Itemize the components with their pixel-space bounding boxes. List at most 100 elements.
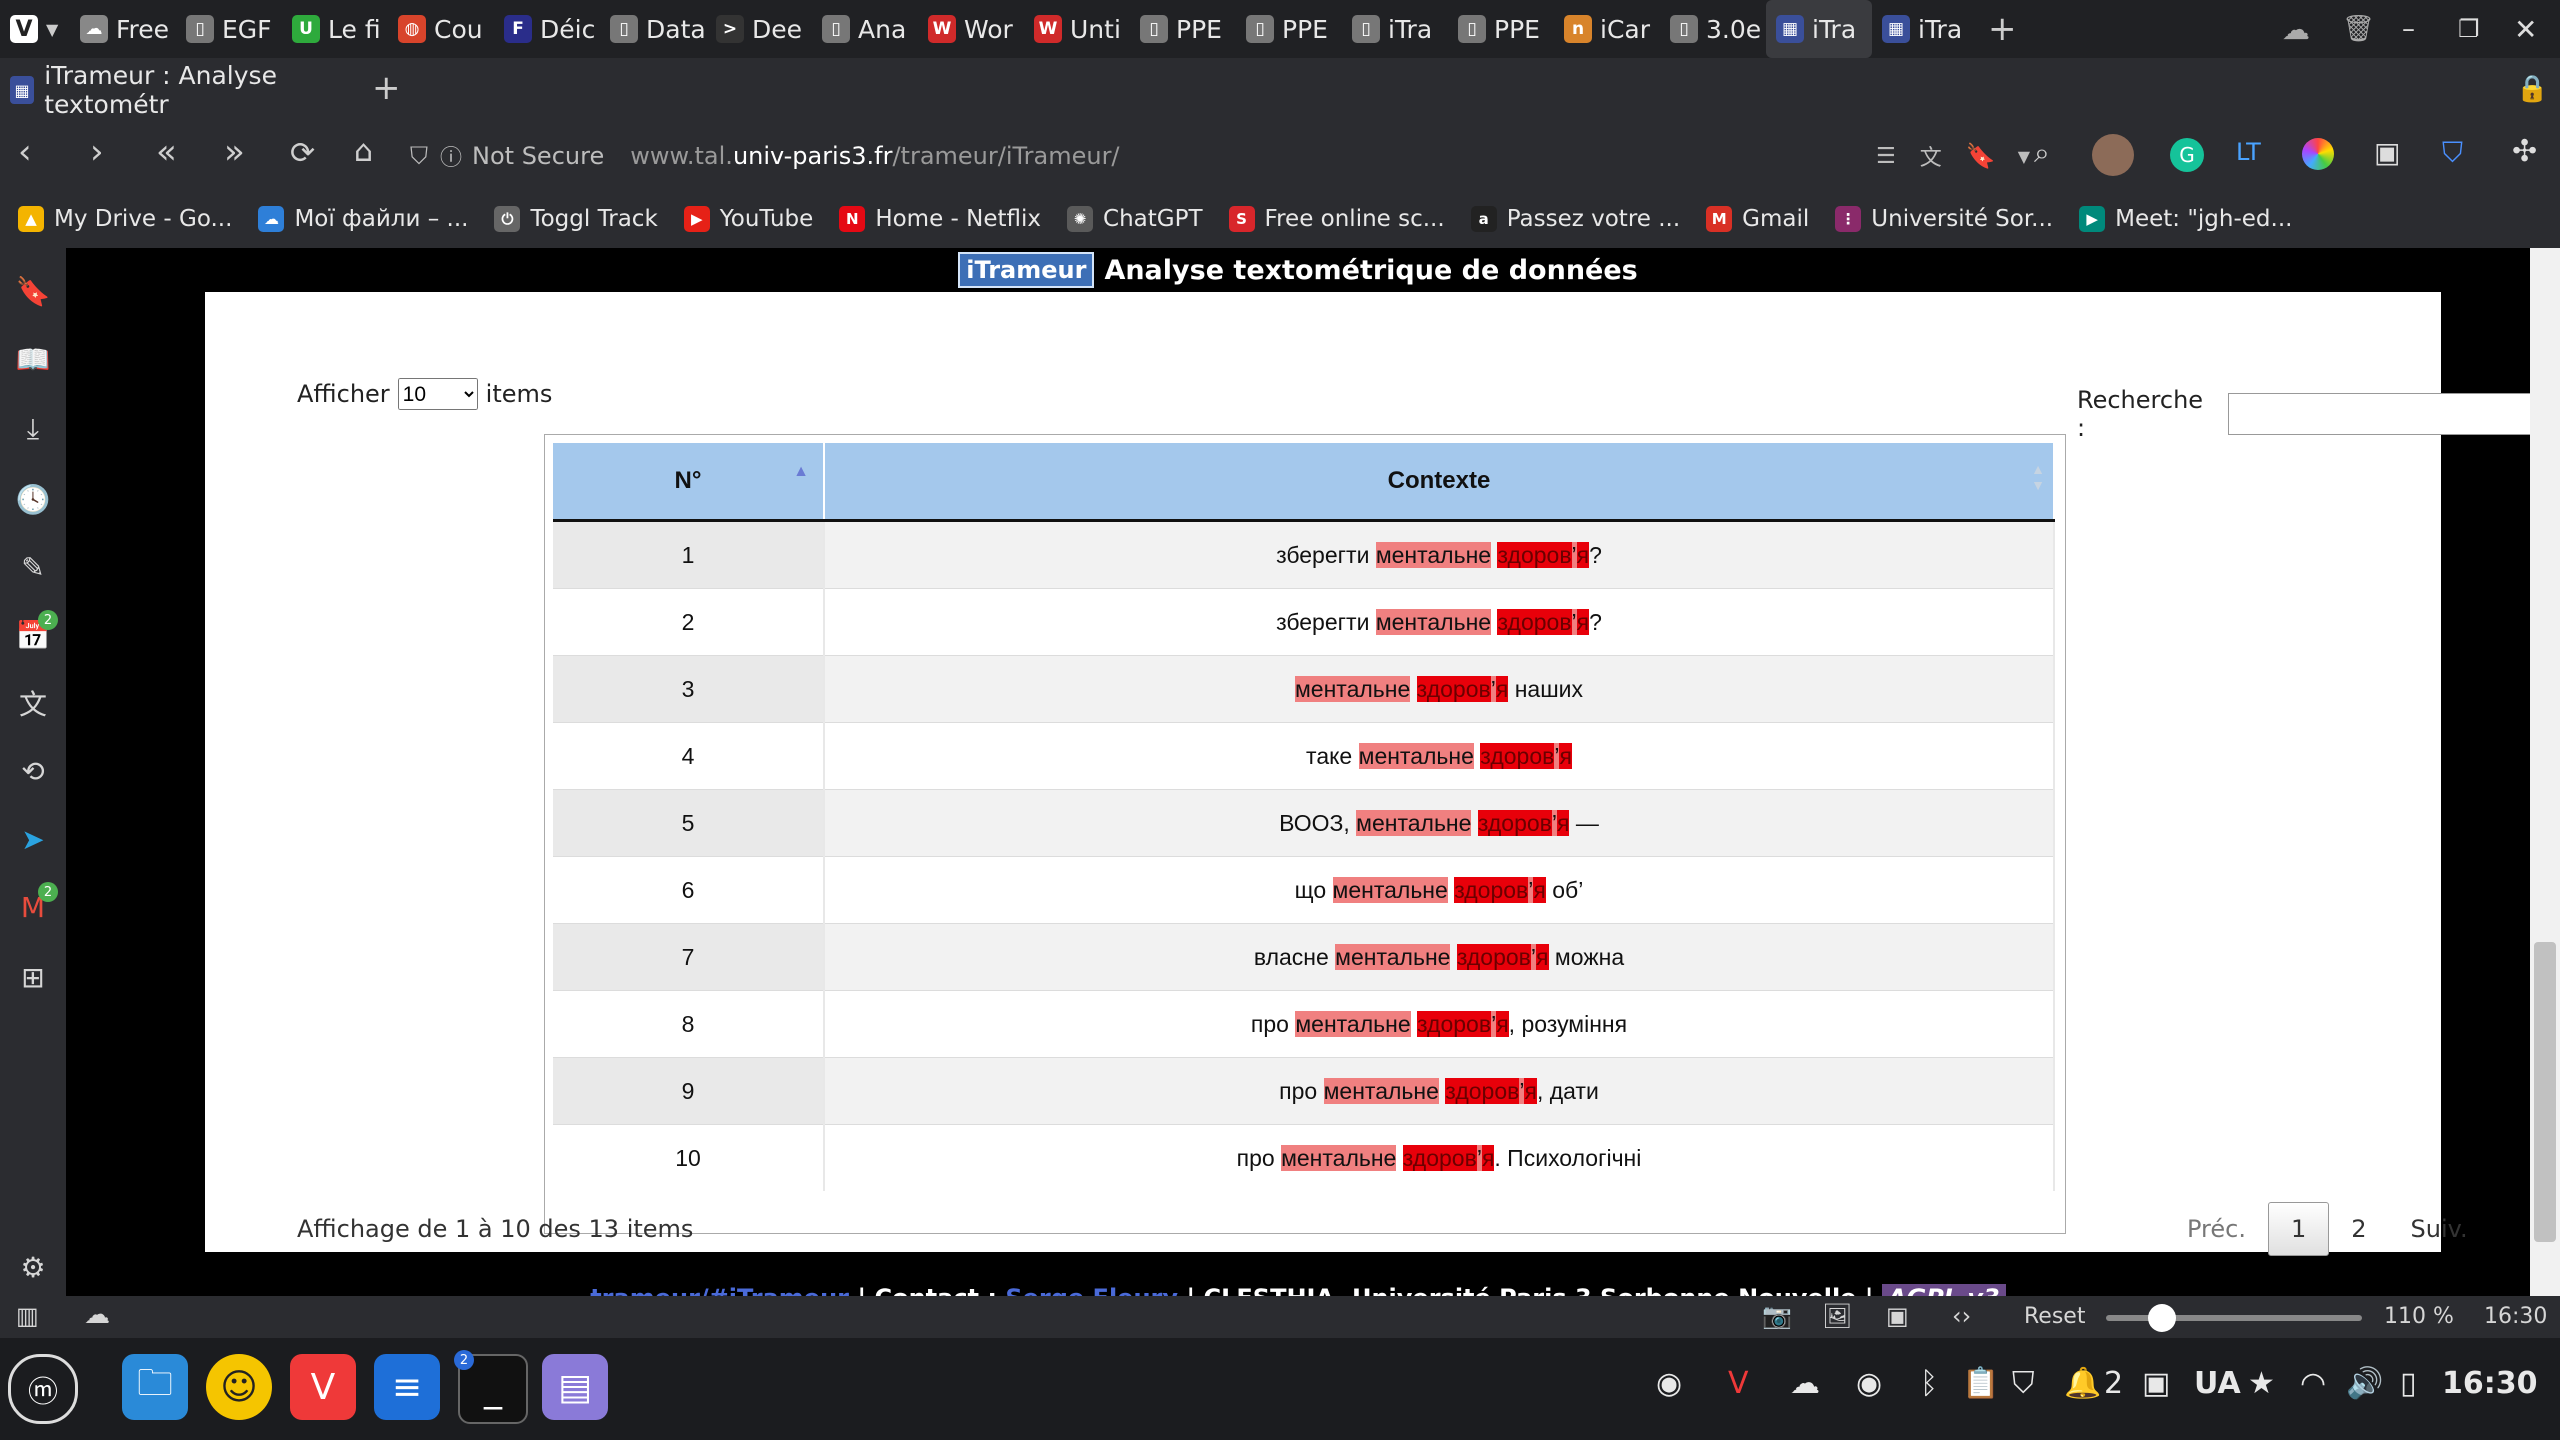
zoom-slider[interactable]: [2106, 1315, 2362, 1321]
browser-tab[interactable]: ▯ Ana: [812, 0, 918, 58]
vpn-shield-icon[interactable]: ⛉: [2442, 136, 2463, 170]
pagination-prev[interactable]: Préc.: [2165, 1203, 2268, 1255]
panel-toggle-icon[interactable]: ▥: [16, 1302, 39, 1330]
star-icon[interactable]: ★: [2248, 1366, 2275, 1401]
calendar-icon[interactable]: 📅 2: [14, 610, 58, 654]
bookmark-item[interactable]: ☁ Мої файли – ...: [258, 206, 468, 232]
agpl-badge[interactable]: AGPL v3: [1881, 1284, 2006, 1296]
chevron-down-icon[interactable]: ▼: [2018, 147, 2030, 166]
profile-avatar[interactable]: [2092, 134, 2134, 176]
page-length-select[interactable]: 10: [397, 378, 478, 410]
add-web-panel-icon[interactable]: ⊞: [14, 958, 52, 996]
browser-tab[interactable]: ▯ PPE: [1236, 0, 1342, 58]
clipboard-icon[interactable]: 📋: [1962, 1366, 1999, 1401]
languagetool-icon[interactable]: LT: [2236, 138, 2261, 166]
bookmark-item[interactable]: N Home - Netflix: [839, 206, 1041, 232]
history-icon[interactable]: 🕓: [14, 480, 52, 518]
bookmark-item[interactable]: ▲ My Drive - Go...: [18, 206, 232, 232]
browser-tab[interactable]: ▦ iTra: [1766, 0, 1872, 58]
extensions-icon[interactable]: ✣: [2512, 134, 2537, 169]
bookmark-item[interactable]: a Passez votre ...: [1470, 206, 1680, 232]
updates-icon[interactable]: ▣: [2142, 1366, 2170, 1401]
vivaldi-menu-button[interactable]: V ▼: [0, 0, 70, 58]
battery-icon[interactable]: ▯: [2400, 1366, 2417, 1401]
shield-tray-icon[interactable]: ⛉: [2012, 1366, 2035, 1401]
browser-tab[interactable]: n iCar: [1554, 0, 1660, 58]
back-button[interactable]: ‹: [18, 132, 32, 172]
downloads-icon[interactable]: ⤓: [14, 410, 52, 448]
close-window-button[interactable]: ✕: [2504, 0, 2560, 58]
notification-icon[interactable]: 🔔: [2064, 1366, 2101, 1401]
document-viewer-app-icon[interactable]: ▤: [542, 1354, 608, 1420]
discord-tray-icon-2[interactable]: ◉: [1856, 1366, 1882, 1401]
mint-menu-icon[interactable]: ⓜ: [8, 1354, 78, 1424]
site-logo[interactable]: iTrameur: [958, 252, 1095, 288]
bookmark-icon[interactable]: 🔖: [1966, 142, 1996, 170]
browser-tab[interactable]: ▦ iTra: [1872, 0, 1978, 58]
footer-contact-link[interactable]: Serge Fleury: [1005, 1284, 1178, 1296]
browser-tab[interactable]: ☁ Free: [70, 0, 176, 58]
browser-tab[interactable]: U Le fi: [282, 0, 388, 58]
column-header-number[interactable]: N° ▲: [553, 443, 825, 522]
screenshot-icon[interactable]: 📷: [1762, 1302, 1792, 1330]
feed-reader-icon[interactable]: ⟲: [14, 752, 52, 790]
bookmark-item[interactable]: ▶ YouTube: [683, 206, 813, 232]
trash-icon[interactable]: 🗑: [2332, 0, 2392, 58]
sync-cloud-icon[interactable]: ☁: [84, 1300, 110, 1330]
page-tiling-icon[interactable]: ▣: [1886, 1302, 1909, 1330]
fast-forward-button[interactable]: »: [224, 132, 245, 172]
pagination-page-1[interactable]: 1: [2267, 1202, 2330, 1256]
footer-link-trameur[interactable]: trameur/#iTrameur: [590, 1284, 849, 1296]
browser-tab[interactable]: ▯ PPE: [1130, 0, 1236, 58]
reading-list-icon[interactable]: 📖: [14, 340, 52, 378]
column-header-context[interactable]: Contexte ▲ ▼: [824, 443, 2055, 522]
pagination-page-2[interactable]: 2: [2329, 1203, 2388, 1255]
minimize-button[interactable]: –: [2392, 0, 2448, 58]
mail-icon[interactable]: M2: [14, 882, 58, 926]
cloud-tray-icon[interactable]: ☁: [1790, 1366, 1820, 1401]
browser-tab[interactable]: F Déic: [494, 0, 600, 58]
pagination-next[interactable]: Suiv.: [2389, 1203, 2490, 1255]
notes-icon[interactable]: ✎: [14, 548, 52, 586]
vivaldi-tray-icon[interactable]: V: [1728, 1366, 1749, 1401]
search-icon[interactable]: ⌕: [2034, 136, 2050, 170]
browser-tab[interactable]: ◍ Cou: [388, 0, 494, 58]
browser-tab[interactable]: ▯ EGF: [176, 0, 282, 58]
discord-tray-icon[interactable]: ◉: [1656, 1366, 1682, 1401]
bookmark-item[interactable]: M Gmail: [1706, 206, 1809, 232]
home-icon[interactable]: ⌂: [354, 134, 373, 169]
bookmark-item[interactable]: ⏻ Toggl Track: [494, 206, 658, 232]
translate-panel-icon[interactable]: 文: [14, 684, 52, 722]
bookmark-panel-icon[interactable]: 🔖: [14, 272, 52, 310]
volume-icon[interactable]: 🔊: [2346, 1366, 2383, 1401]
browser-tab[interactable]: ▯ Data: [600, 0, 706, 58]
browser-tab[interactable]: W Wor: [918, 0, 1024, 58]
image-toggle-icon[interactable]: 🖼: [1822, 1302, 1852, 1330]
bookmark-item[interactable]: ▶ Meet: "jgh-ed...: [2079, 206, 2292, 232]
browser-tab[interactable]: ▯ 3.0e: [1660, 0, 1766, 58]
telegram-icon[interactable]: ➤: [14, 820, 52, 858]
cloud-sync-icon[interactable]: ☁: [2272, 0, 2332, 58]
bookmark-item[interactable]: ✺ ChatGPT: [1067, 206, 1203, 232]
vivaldi-app-icon[interactable]: V: [290, 1354, 356, 1420]
url-field[interactable]: ⛉ ⓘ Not Secure www.tal. univ-paris3.fr/tr…: [410, 130, 2030, 182]
browser-tab[interactable]: ▯ iTra: [1342, 0, 1448, 58]
text-editor-app-icon[interactable]: ≡: [374, 1354, 440, 1420]
grammarly-icon[interactable]: G: [2170, 138, 2204, 172]
keyboard-layout[interactable]: UA: [2194, 1366, 2241, 1401]
browser-tab[interactable]: ▯ PPE: [1448, 0, 1554, 58]
add-tab-button[interactable]: +: [372, 68, 401, 108]
forward-button[interactable]: ›: [90, 132, 104, 172]
bluetooth-icon[interactable]: ᛒ: [1920, 1366, 1938, 1401]
translate-icon[interactable]: 文: [1920, 140, 1942, 172]
browser-tab[interactable]: W Unti: [1024, 0, 1130, 58]
bookmark-item[interactable]: S Free online sc...: [1228, 206, 1445, 232]
reader-view-icon[interactable]: ☰: [1876, 144, 1896, 169]
browser-tab[interactable]: > Dee: [706, 0, 812, 58]
restore-button[interactable]: ❐: [2448, 0, 2504, 58]
reload-icon[interactable]: ⟳: [290, 136, 315, 171]
terminal-app-icon[interactable]: _ 2: [454, 1350, 528, 1424]
search-input[interactable]: [2228, 393, 2530, 435]
rewind-button[interactable]: «: [156, 132, 177, 172]
active-window-tab[interactable]: ▦ iTrameur : Analyse textométr: [10, 61, 360, 119]
